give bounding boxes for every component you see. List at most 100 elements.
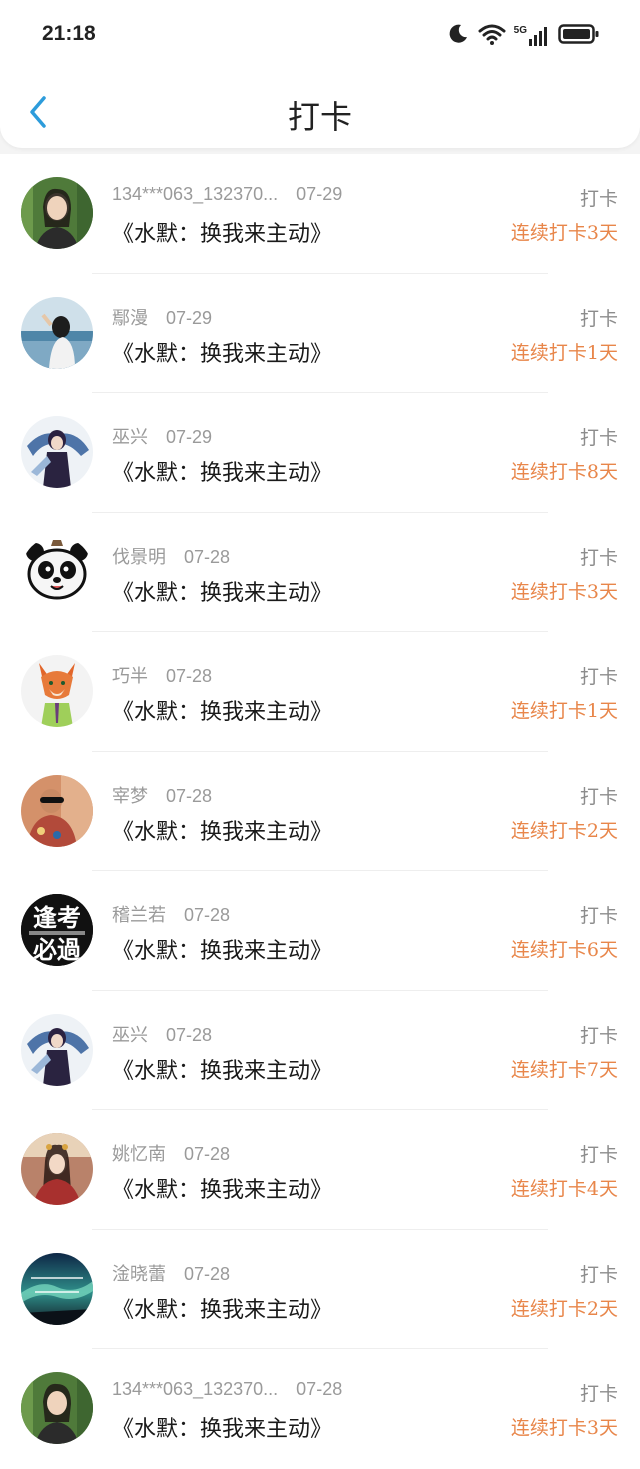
avatar[interactable] — [21, 1013, 93, 1086]
list-item[interactable]: 姚忆南 07-28 《水默：换我来主动》 打卡 连续打卡4天 — [0, 1110, 640, 1230]
record-meta: 巫兴 07-28 — [112, 1021, 212, 1047]
list-item[interactable]: 淦晓蕾 07-28 《水默：换我来主动》 打卡 连续打卡2天 — [0, 1230, 640, 1349]
record-meta: 巧半 07-28 — [112, 662, 212, 688]
record-meta: 巫兴 07-29 — [112, 423, 212, 449]
record-type: 打卡 — [579, 1263, 618, 1286]
signal-5g-icon: 5G — [514, 25, 550, 47]
avatar[interactable] — [21, 774, 93, 847]
record-date: 07-29 — [166, 427, 213, 447]
streak-label: 连续打卡1天 — [510, 700, 618, 722]
list-item[interactable]: 134***063_132370... 07-29 《水默：换我来主动》 打卡 连… — [0, 154, 640, 274]
record-meta: 伐景明 07-28 — [112, 543, 230, 569]
svg-text:逢考: 逢考 — [33, 904, 81, 932]
record-type: 打卡 — [579, 427, 618, 449]
svg-text:必過: 必過 — [33, 936, 82, 964]
record-type: 打卡 — [579, 307, 618, 330]
book-title[interactable]: 《水默：换我来主动》 — [112, 1053, 332, 1085]
record-date: 07-28 — [184, 905, 231, 925]
record-type: 打卡 — [579, 1144, 618, 1166]
streak-label: 连续打卡3天 — [510, 580, 618, 603]
battery-icon — [558, 23, 600, 49]
book-title[interactable]: 《水默：换我来主动》 — [112, 933, 332, 965]
user-name: 鄢漫 — [112, 307, 148, 329]
record-meta: 姚忆南 07-28 — [112, 1140, 230, 1166]
record-date: 07-28 — [166, 1024, 213, 1045]
streak-label: 连续打卡6天 — [510, 939, 618, 961]
network-label: 5G — [513, 25, 527, 36]
avatar[interactable] — [21, 1372, 93, 1444]
list-item[interactable]: 宰梦 07-28 《水默：换我来主动》 打卡 连续打卡2天 — [0, 752, 640, 871]
record-meta: 134***063_132370... 07-29 — [112, 184, 342, 205]
streak-label: 连续打卡7天 — [510, 1058, 618, 1081]
record-meta: 鄢漫 07-29 — [112, 304, 212, 330]
user-name: 淦晓蕾 — [112, 1263, 166, 1285]
user-name: 稽兰若 — [112, 905, 166, 926]
avatar[interactable] — [21, 1252, 93, 1325]
avatar[interactable]: 逢考 必過 — [21, 894, 93, 966]
record-meta: 淦晓蕾 07-28 — [112, 1260, 230, 1286]
streak-label: 连续打卡4天 — [510, 1178, 618, 1200]
book-title[interactable]: 《水默：换我来主动》 — [112, 1172, 332, 1204]
record-meta: 稽兰若 07-28 — [112, 901, 230, 927]
user-name: 宰梦 — [112, 785, 148, 807]
record-type: 打卡 — [579, 1024, 618, 1047]
record-meta: 宰梦 07-28 — [112, 782, 212, 808]
list-item[interactable]: 134***063_132370... 07-28 《水默：换我来主动》 打卡 连… — [0, 1349, 640, 1469]
record-type: 打卡 — [579, 785, 618, 808]
top-bar: 21:18 5G 打卡 — [0, 0, 640, 148]
user-name: 巧半 — [112, 666, 148, 687]
book-title[interactable]: 《水默：换我来主动》 — [112, 1411, 332, 1443]
streak-label: 连续打卡1天 — [510, 341, 618, 364]
status-icons: 5G — [446, 22, 600, 50]
avatar[interactable] — [21, 296, 93, 369]
record-date: 07-29 — [296, 184, 343, 204]
book-title[interactable]: 《水默：换我来主动》 — [112, 694, 332, 726]
list-item[interactable]: 逢考 必過 稽兰若 07-28 《水默：换我来主动》 打卡 连续打卡6天 — [0, 871, 640, 991]
record-date: 07-28 — [184, 546, 231, 567]
record-date: 07-28 — [184, 1263, 231, 1284]
list-item[interactable]: 巫兴 07-28 《水默：换我来主动》 打卡 连续打卡7天 — [0, 991, 640, 1110]
streak-label: 连续打卡2天 — [510, 819, 618, 842]
user-name: 伐景明 — [112, 546, 166, 568]
checkin-list: 134***063_132370... 07-29 《水默：换我来主动》 打卡 连… — [0, 154, 640, 1469]
record-type: 打卡 — [579, 546, 618, 569]
page-title: 打卡 — [287, 98, 352, 136]
user-name: 134***063_132370... — [112, 184, 279, 204]
avatar[interactable] — [21, 416, 93, 488]
avatar[interactable] — [21, 535, 93, 608]
record-date: 07-28 — [166, 666, 213, 686]
list-item[interactable]: 巧半 07-28 《水默：换我来主动》 打卡 连续打卡1天 — [0, 632, 640, 752]
record-date: 07-28 — [166, 785, 213, 806]
book-title[interactable]: 《水默：换我来主动》 — [112, 1292, 332, 1324]
book-title[interactable]: 《水默：换我来主动》 — [112, 216, 332, 248]
avatar[interactable] — [21, 655, 93, 727]
record-date: 07-28 — [296, 1379, 343, 1399]
streak-label: 连续打卡3天 — [510, 1417, 618, 1439]
record-meta: 134***063_132370... 07-28 — [112, 1379, 342, 1400]
avatar[interactable] — [21, 1133, 93, 1205]
status-time: 21:18 — [42, 22, 96, 45]
book-title[interactable]: 《水默：换我来主动》 — [112, 336, 332, 368]
user-name: 巫兴 — [112, 1024, 148, 1046]
user-name: 姚忆南 — [112, 1144, 166, 1165]
user-name: 巫兴 — [112, 427, 148, 448]
record-type: 打卡 — [579, 188, 618, 210]
streak-label: 连续打卡2天 — [510, 1297, 618, 1320]
record-type: 打卡 — [579, 666, 618, 688]
user-name: 134***063_132370... — [112, 1379, 279, 1399]
book-title[interactable]: 《水默：换我来主动》 — [112, 455, 332, 487]
list-item[interactable]: 鄢漫 07-29 《水默：换我来主动》 打卡 连续打卡1天 — [0, 274, 640, 393]
avatar[interactable] — [21, 177, 93, 249]
list-item[interactable]: 伐景明 07-28 《水默：换我来主动》 打卡 连续打卡3天 — [0, 513, 640, 632]
book-title[interactable]: 《水默：换我来主动》 — [112, 814, 332, 846]
wifi-icon — [478, 22, 506, 50]
moon-icon — [446, 22, 470, 50]
streak-label: 连续打卡8天 — [510, 461, 618, 483]
list-item[interactable]: 巫兴 07-29 《水默：换我来主动》 打卡 连续打卡8天 — [0, 393, 640, 513]
record-type: 打卡 — [579, 1383, 618, 1405]
record-date: 07-28 — [184, 1144, 231, 1164]
record-date: 07-29 — [166, 307, 213, 328]
streak-label: 连续打卡3天 — [510, 222, 618, 244]
book-title[interactable]: 《水默：换我来主动》 — [112, 575, 332, 607]
record-type: 打卡 — [579, 905, 618, 927]
